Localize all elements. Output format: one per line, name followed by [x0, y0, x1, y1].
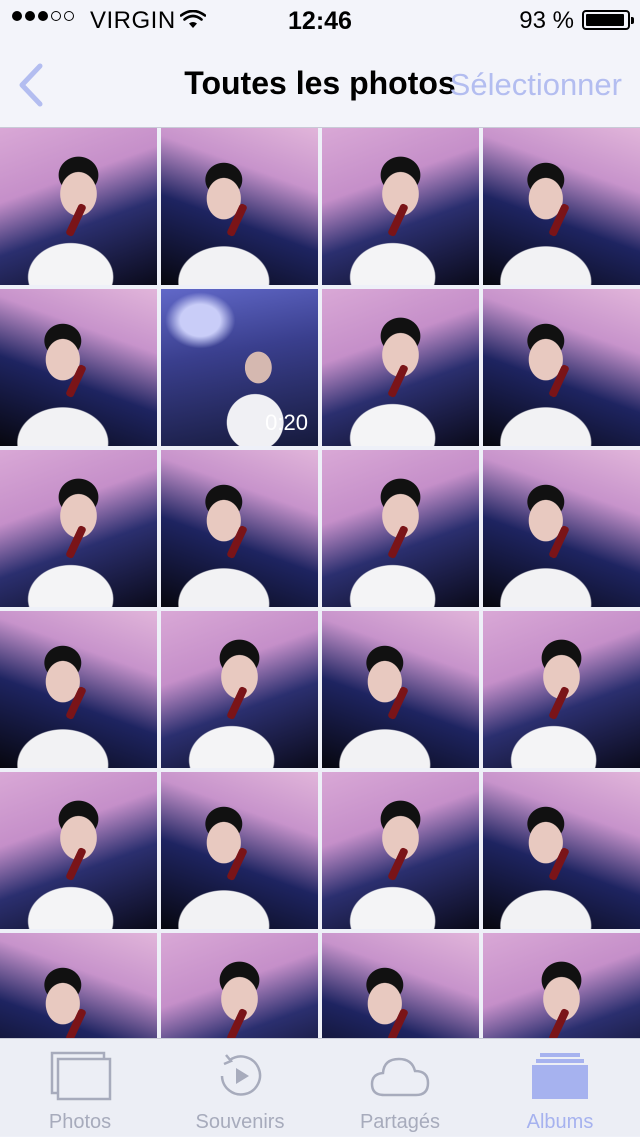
navigation-bar: Toutes les photos Sélectionner	[0, 40, 640, 128]
microphone-detail	[226, 203, 249, 238]
microphone-detail	[548, 525, 571, 560]
microphone-detail	[226, 847, 249, 882]
tab-label: Souvenirs	[195, 1111, 285, 1133]
memories-play-icon	[220, 1054, 262, 1096]
tab-shared[interactable]: Partagés	[320, 1039, 480, 1137]
microphone-detail	[65, 364, 88, 399]
video-duration: 0:20	[265, 410, 308, 435]
microphone-detail	[226, 525, 249, 560]
photo-thumbnail[interactable]	[161, 450, 318, 607]
tab-label: Photos	[48, 1111, 112, 1133]
photo-thumbnail[interactable]	[322, 772, 479, 929]
photo-thumbnail[interactable]	[0, 772, 157, 929]
photo-thumbnail[interactable]	[161, 772, 318, 929]
microphone-detail	[65, 203, 88, 238]
microphone-detail	[548, 203, 571, 238]
microphone-detail	[387, 847, 410, 882]
photos-stack-icon	[50, 1051, 112, 1101]
battery-icon	[582, 10, 634, 30]
microphone-detail	[226, 686, 249, 721]
microphone-detail	[65, 847, 88, 882]
microphone-detail	[387, 364, 410, 399]
albums-icon	[532, 1053, 588, 1099]
microphone-detail	[387, 686, 410, 721]
tab-bar: Photos Souvenirs Partagés Albums	[0, 1038, 640, 1136]
photo-thumbnail[interactable]	[483, 450, 640, 607]
photo-thumbnail[interactable]	[483, 128, 640, 285]
photo-thumbnail[interactable]	[483, 289, 640, 446]
select-button[interactable]: Sélectionner	[450, 67, 622, 103]
photo-thumbnail[interactable]	[0, 450, 157, 607]
microphone-detail	[387, 525, 410, 560]
photo-grid: 0:20	[0, 128, 640, 1090]
tab-label: Albums	[526, 1111, 594, 1133]
photo-thumbnail[interactable]	[483, 772, 640, 929]
microphone-detail	[548, 847, 571, 882]
microphone-detail	[65, 525, 88, 560]
battery-percentage: 93 %	[519, 7, 574, 34]
microphone-detail	[65, 686, 88, 721]
microphone-detail	[548, 686, 571, 721]
photo-thumbnail[interactable]	[0, 611, 157, 768]
tab-photos[interactable]: Photos	[0, 1039, 160, 1137]
cloud-icon	[370, 1057, 430, 1097]
tab-albums[interactable]: Albums	[480, 1039, 640, 1137]
photo-thumbnail[interactable]	[0, 128, 157, 285]
photo-thumbnail[interactable]	[0, 289, 157, 446]
photo-thumbnail[interactable]	[322, 289, 479, 446]
tab-label: Partagés	[359, 1111, 441, 1133]
tab-memories[interactable]: Souvenirs	[160, 1039, 320, 1137]
microphone-detail	[387, 203, 410, 238]
photo-thumbnail[interactable]	[322, 450, 479, 607]
video-thumbnail[interactable]: 0:20	[161, 289, 318, 446]
photo-thumbnail[interactable]	[483, 611, 640, 768]
photo-thumbnail[interactable]	[161, 128, 318, 285]
status-bar: VIRGIN 12:46 93 %	[0, 0, 640, 40]
photo-thumbnail[interactable]	[161, 611, 318, 768]
photo-thumbnail[interactable]	[322, 128, 479, 285]
microphone-detail	[548, 364, 571, 399]
photo-thumbnail[interactable]	[322, 611, 479, 768]
